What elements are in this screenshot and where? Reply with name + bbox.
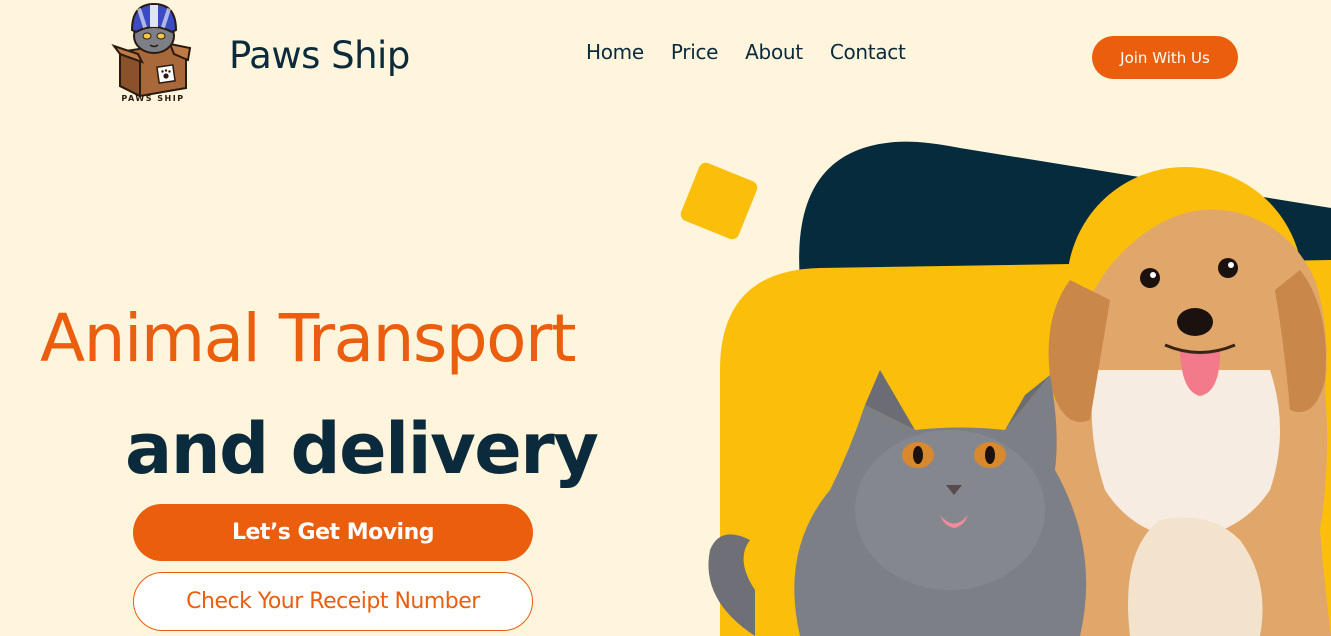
join-with-us-button[interactable]: Join With Us — [1092, 36, 1238, 79]
nav-about[interactable]: About — [745, 40, 803, 64]
hero-headline-line2: and delivery — [125, 408, 599, 490]
nav-price[interactable]: Price — [671, 40, 719, 64]
landing-page: PAWS SHIP Paws Ship Home Price About Con… — [0, 0, 1331, 636]
nav-home[interactable]: Home — [586, 40, 644, 64]
paws-ship-logo[interactable]: PAWS SHIP — [110, 2, 196, 106]
hero-headline-line1: Animal Transport — [40, 300, 577, 377]
check-receipt-button[interactable]: Check Your Receipt Number — [133, 572, 533, 631]
lets-get-moving-button[interactable]: Let’s Get Moving — [133, 504, 533, 561]
decor-yellow-square — [680, 162, 758, 240]
nav-contact[interactable]: Contact — [830, 40, 906, 64]
logo-wordmark: PAWS SHIP — [121, 94, 184, 103]
brand-name[interactable]: Paws Ship — [229, 34, 410, 77]
hero-illustration — [680, 141, 1331, 636]
main-nav: Home Price About Contact — [586, 40, 906, 64]
